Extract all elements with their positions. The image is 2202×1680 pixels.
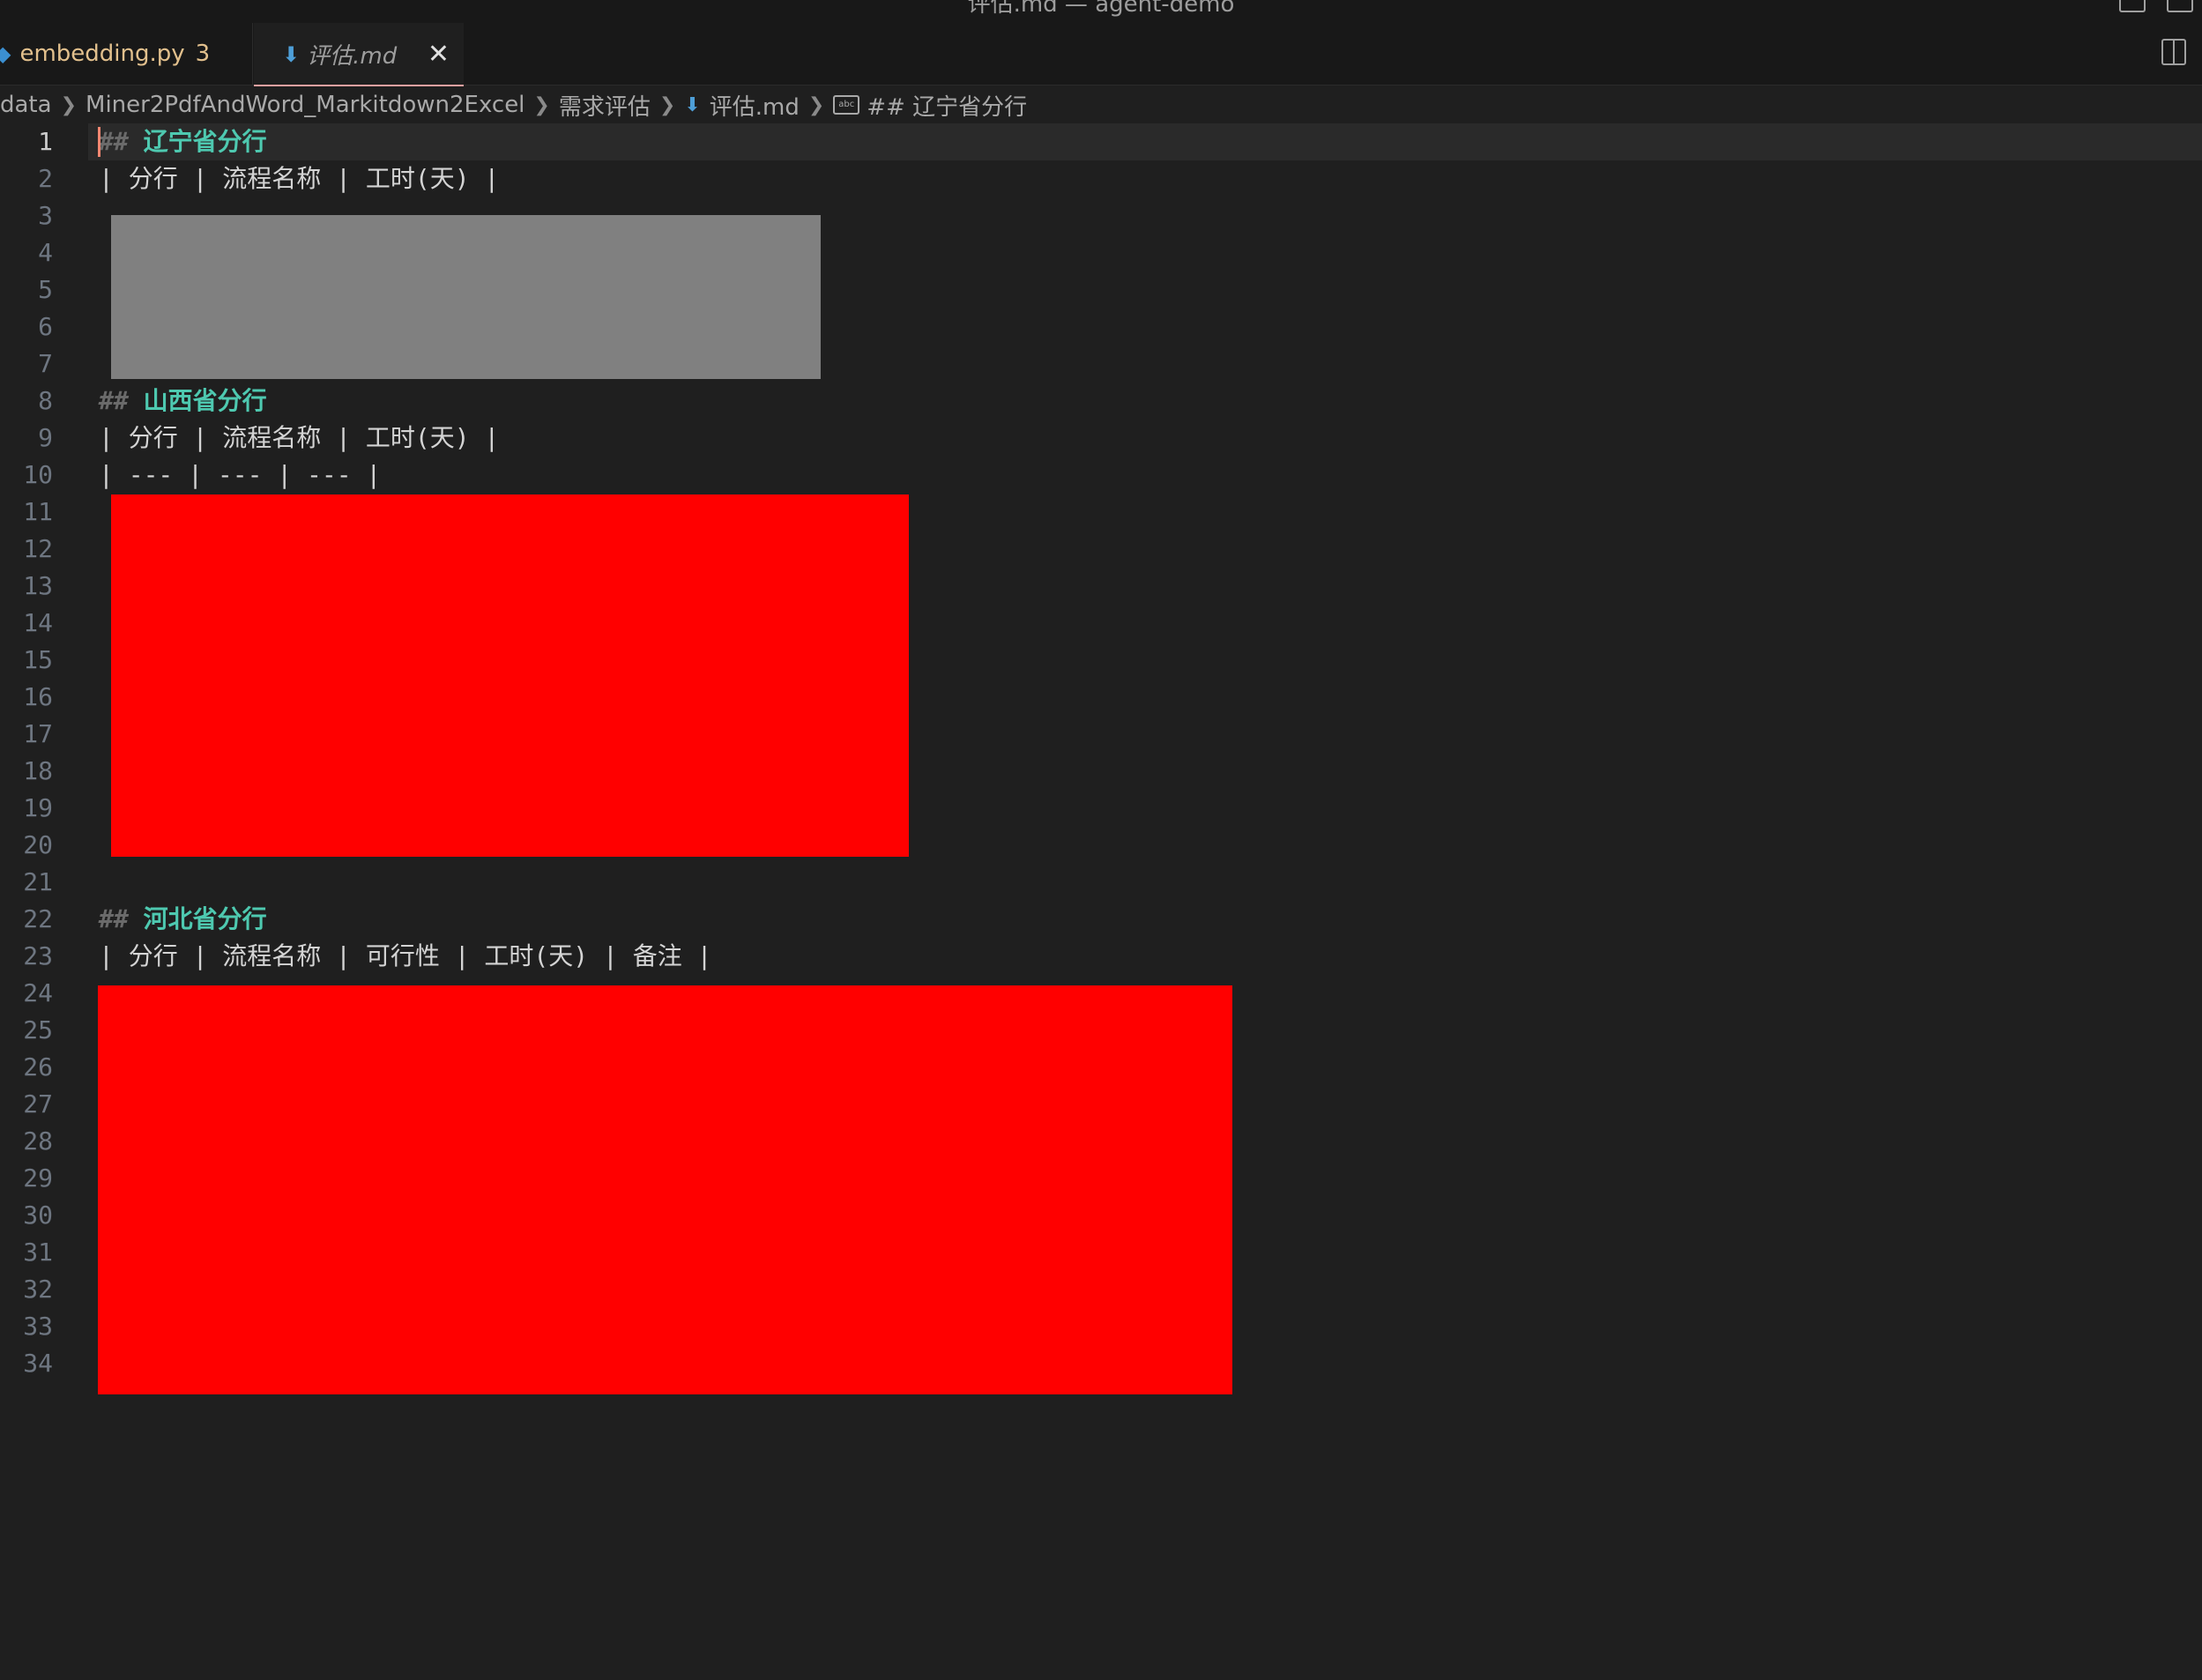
tab-bar: ◆ embedding.py 3 ⬇ 评估.md ✕ <box>0 23 2202 86</box>
line-number: 2 <box>38 164 53 193</box>
code-line-2[interactable]: | 分行 | 流程名称 | 工时(天) | <box>99 160 711 197</box>
line-number: 15 <box>23 645 53 674</box>
problems-badge: 3 <box>195 41 211 67</box>
line-number: 23 <box>23 941 53 970</box>
symbol-string-icon: abc <box>833 95 860 115</box>
line-number: 7 <box>38 349 53 378</box>
tab-label: 评估.md <box>307 43 398 70</box>
line-number: 34 <box>23 1349 53 1378</box>
toggle-panel-icon[interactable] <box>2167 0 2193 12</box>
tab-embedding-py[interactable]: ◆ embedding.py 3 <box>0 23 253 85</box>
title-bar: 评估.md — agent-demo <box>0 0 2202 24</box>
redaction-block-red <box>98 985 1232 1394</box>
line-number: 24 <box>23 978 53 1007</box>
breadcrumb-item[interactable]: Miner2PdfAndWord_Markitdown2Excel <box>86 92 524 118</box>
code-line-23[interactable]: | 分行 | 流程名称 | 可行性 | 工时(天) | 备注 | <box>99 938 711 975</box>
line-number: 5 <box>38 275 53 304</box>
heading-text: 辽宁省分行 <box>143 127 267 156</box>
line-number: 13 <box>23 571 53 600</box>
line-number: 12 <box>23 534 53 563</box>
line-number: 14 <box>23 608 53 637</box>
line-number: 6 <box>38 312 53 341</box>
line-number: 27 <box>23 1089 53 1119</box>
text-cursor <box>98 127 100 157</box>
line-number: 18 <box>23 756 53 785</box>
toggle-sidebar-icon[interactable] <box>2119 0 2146 12</box>
line-number: 17 <box>23 719 53 748</box>
chevron-right-icon: ❯ <box>60 93 78 116</box>
chevron-right-icon: ❯ <box>533 93 550 116</box>
heading-marker: ## <box>99 386 129 415</box>
line-number: 9 <box>38 423 53 452</box>
line-number: 22 <box>23 904 53 933</box>
line-number: 8 <box>38 386 53 415</box>
chevron-right-icon: ❯ <box>658 93 676 116</box>
window-title: 评估.md — agent-demo <box>967 0 1235 18</box>
line-number: 11 <box>23 497 53 526</box>
code-line-9[interactable]: | 分行 | 流程名称 | 工时(天) | <box>99 420 711 457</box>
line-number: 29 <box>23 1163 53 1193</box>
line-number: 4 <box>38 238 53 267</box>
breadcrumb-item[interactable]: 评估.md <box>710 89 800 122</box>
breadcrumb-item[interactable]: ## 辽宁省分行 <box>867 89 1027 122</box>
chevron-right-icon: ❯ <box>807 93 825 116</box>
line-number: 20 <box>23 830 53 859</box>
code-line-10[interactable]: | --- | --- | --- | <box>99 457 711 494</box>
tab-evaluation-md[interactable]: ⬇ 评估.md ✕ <box>254 23 464 86</box>
line-number: 32 <box>23 1275 53 1304</box>
split-editor-icon[interactable] <box>2161 39 2186 65</box>
line-number: 3 <box>38 201 53 230</box>
close-icon[interactable]: ✕ <box>428 39 450 70</box>
breadcrumb-item[interactable]: data <box>0 92 52 118</box>
line-number: 26 <box>23 1052 53 1082</box>
line-number: 10 <box>23 460 53 489</box>
line-number: 30 <box>23 1201 53 1230</box>
code-line-21[interactable] <box>99 864 711 901</box>
redaction-block-red <box>111 494 909 857</box>
line-number: 28 <box>23 1126 53 1156</box>
breadcrumb-item[interactable]: 需求评估 <box>559 89 651 122</box>
line-number: 16 <box>23 682 53 711</box>
code-line-1[interactable]: ## 辽宁省分行 <box>99 123 711 160</box>
line-number: 33 <box>23 1312 53 1341</box>
line-number: 1 <box>38 127 53 156</box>
line-number: 31 <box>23 1238 53 1267</box>
editor[interactable]: 1 2 3 4 5 6 7 8 9 10 11 12 13 14 15 16 17 18 19 20 21 22 23 24 2… <box>0 123 2202 1680</box>
tab-label: embedding.py <box>19 41 185 67</box>
heading-text: 河北省分行 <box>143 904 267 933</box>
code-line-22[interactable]: ## 河北省分行 <box>99 901 711 938</box>
heading-marker: ## <box>99 904 129 933</box>
python-file-icon: ◆ <box>0 41 11 66</box>
layout-controls <box>2119 0 2193 12</box>
heading-marker: ## <box>99 127 129 156</box>
markdown-file-icon: ⬇ <box>684 93 701 116</box>
line-number: 21 <box>23 867 53 896</box>
markdown-file-icon: ⬇ <box>282 41 301 67</box>
line-number-gutter: 1 2 3 4 5 6 7 8 9 10 11 12 13 14 15 16 17 18 19 20 21 22 23 24 2… <box>0 123 88 1382</box>
line-number: 25 <box>23 1015 53 1044</box>
heading-text: 山西省分行 <box>143 386 267 415</box>
line-number: 19 <box>23 793 53 822</box>
redaction-block-gray <box>111 215 821 379</box>
code-line-8[interactable]: ## 山西省分行 <box>99 383 711 420</box>
breadcrumb: data ❯ Miner2PdfAndWord_Markitdown2Excel… <box>0 86 1027 123</box>
